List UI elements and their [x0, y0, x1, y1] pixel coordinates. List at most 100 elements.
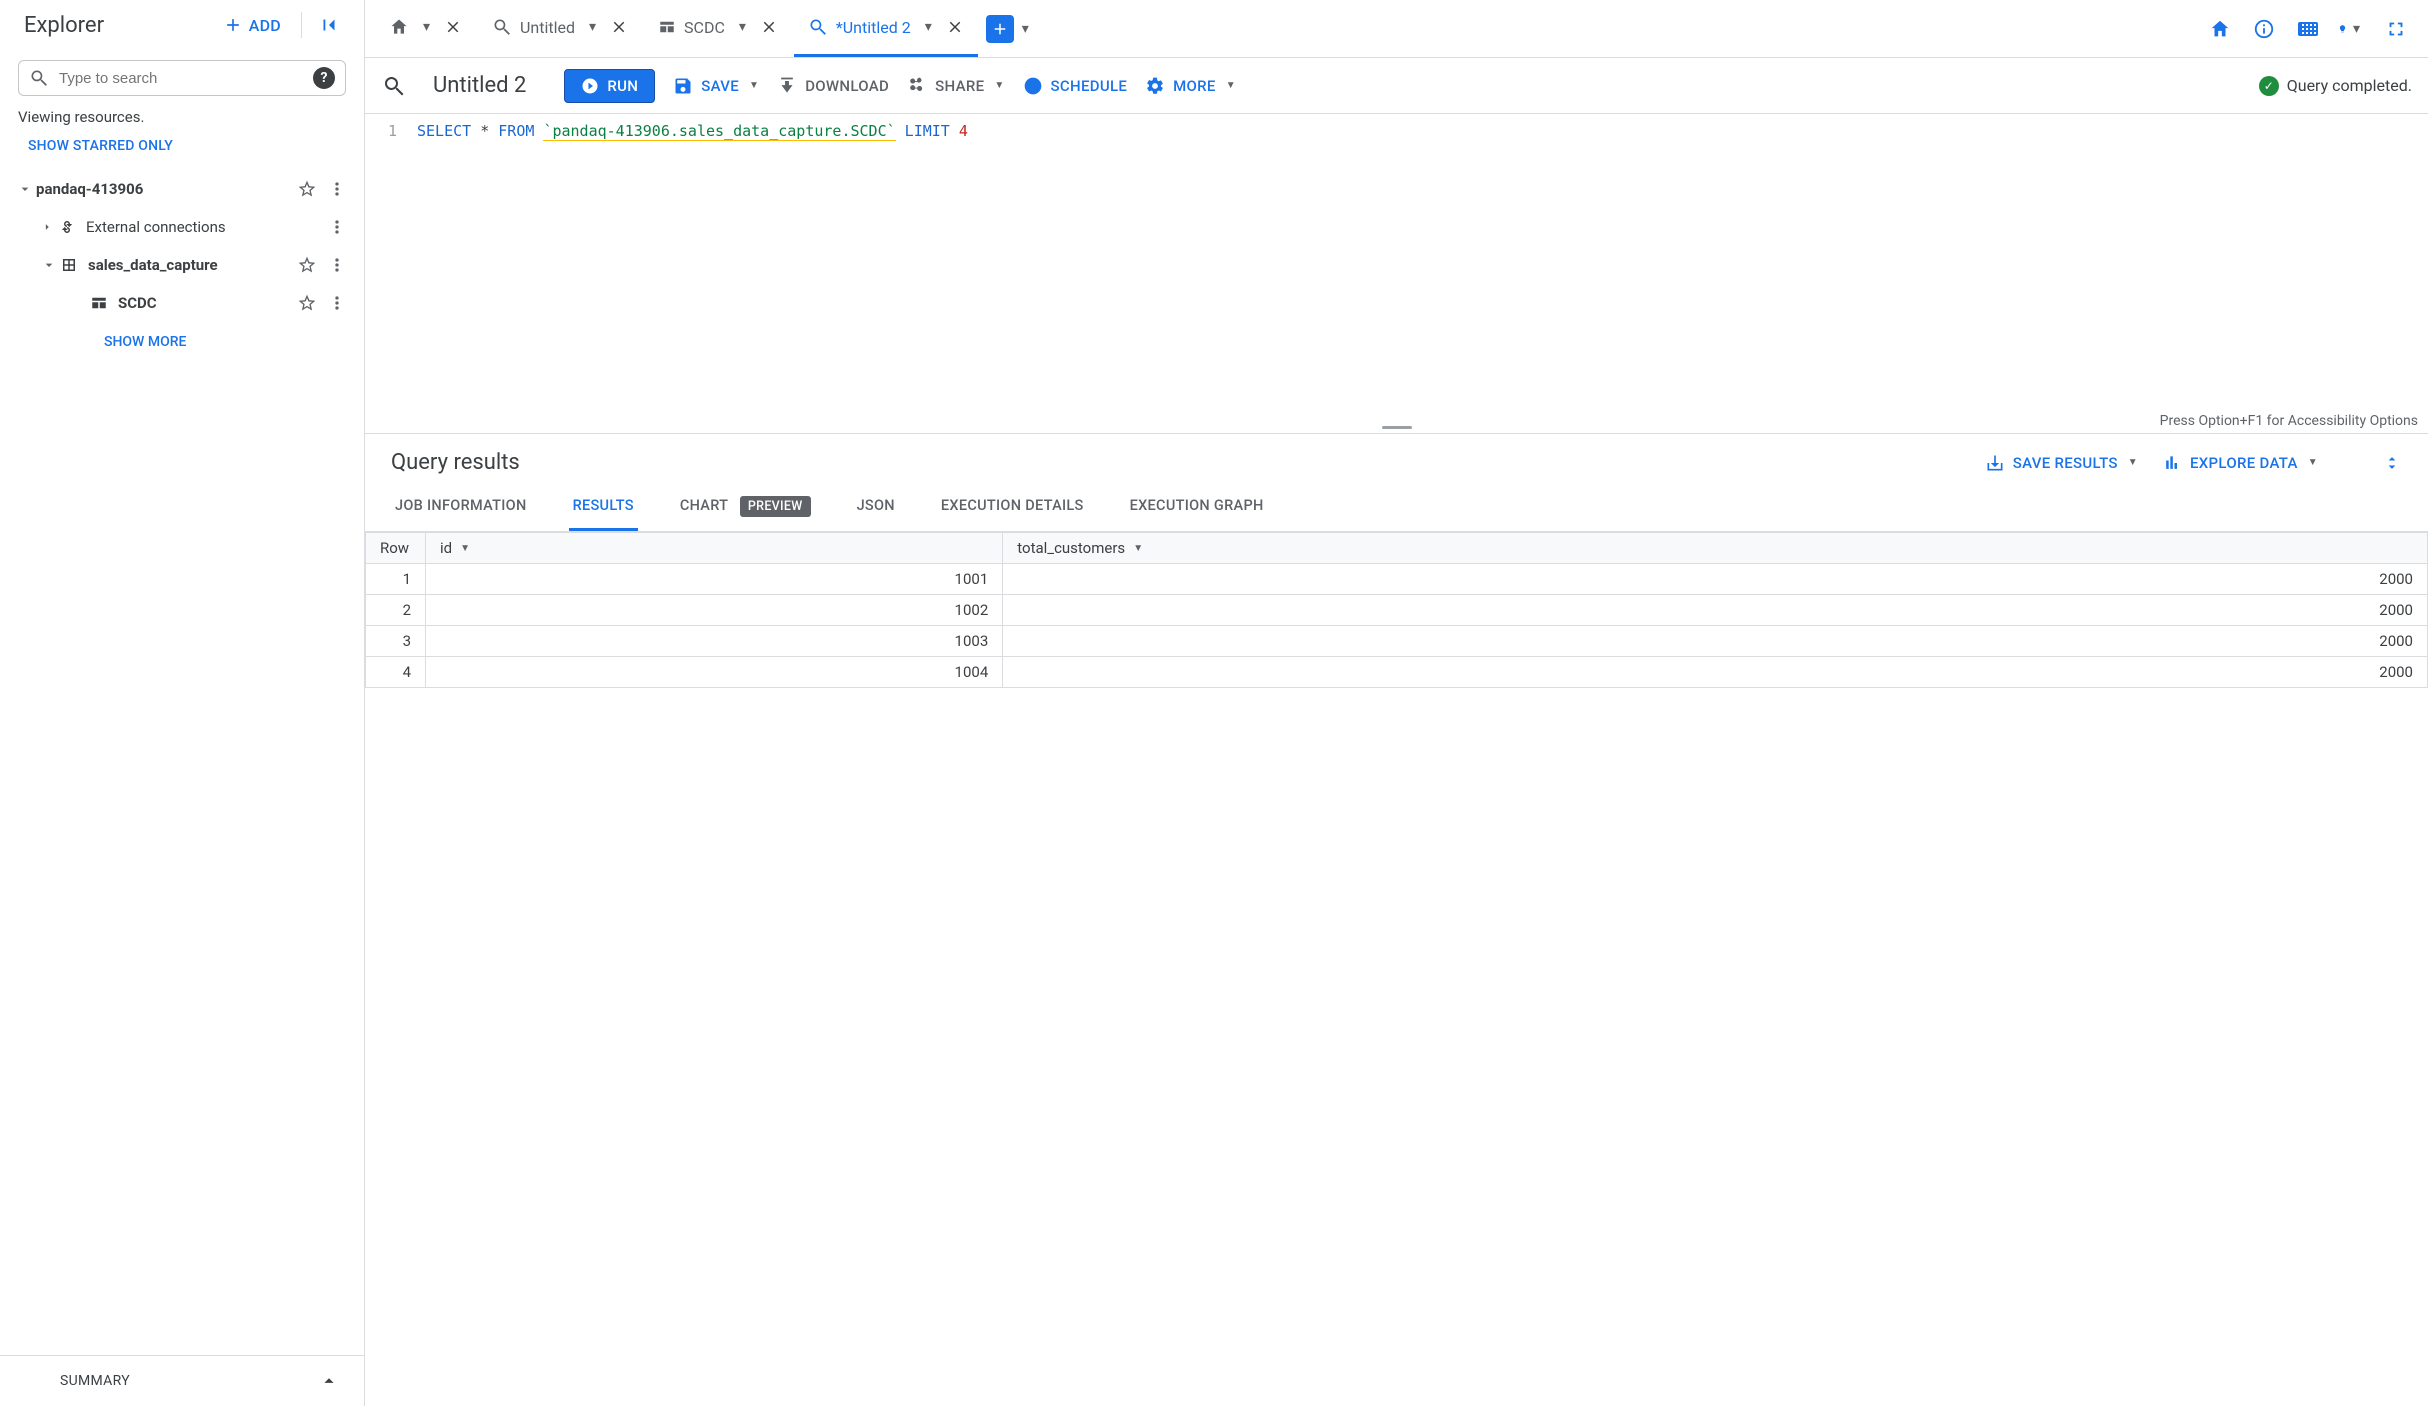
download-icon [777, 76, 797, 96]
chevron-down-icon[interactable]: ▾ [583, 19, 602, 35]
share-label: SHARE [935, 77, 984, 95]
close-icon[interactable] [610, 18, 628, 36]
search-input[interactable] [59, 70, 303, 87]
a11y-hint: Press Option+F1 for Accessibility Option… [2160, 413, 2418, 429]
cell-id: 1004 [426, 657, 1003, 688]
tab-json[interactable]: JSON [853, 483, 899, 531]
close-icon[interactable] [444, 18, 462, 36]
sql-code-line[interactable]: SELECT * FROM `pandaq-413906.sales_data_… [365, 114, 2428, 140]
tree-project-row[interactable]: pandaq-413906 [0, 170, 364, 208]
tab-execution-graph[interactable]: EXECUTION GRAPH [1126, 483, 1268, 531]
info-button[interactable] [2250, 15, 2278, 43]
chevron-down-icon[interactable]: ▾ [733, 19, 752, 35]
chevron-down-icon[interactable]: ▼ [749, 80, 759, 91]
caret-down-icon[interactable] [14, 181, 36, 197]
check-circle-icon: ✓ [2259, 76, 2279, 96]
keyboard-icon [2296, 17, 2320, 41]
sort-icon: ▼ [460, 543, 470, 554]
more-vert-button[interactable] [324, 214, 350, 240]
chevron-down-icon: ▾ [2347, 21, 2366, 37]
summary-label: SUMMARY [60, 1373, 130, 1389]
explorer-title: Explorer [24, 13, 104, 38]
star-button[interactable] [294, 252, 320, 278]
show-starred-only-link[interactable]: SHOW STARRED ONLY [0, 130, 364, 162]
explore-data-button[interactable]: EXPLORE DATA ▼ [2162, 453, 2318, 473]
table-row[interactable]: 1 1001 2000 [366, 564, 2428, 595]
chevron-down-icon[interactable]: ▼ [994, 80, 1004, 91]
table-row[interactable]: 4 1004 2000 [366, 657, 2428, 688]
collapse-panel-button[interactable] [312, 8, 346, 42]
add-button[interactable]: ADD [213, 9, 291, 41]
schedule-button[interactable]: SCHEDULE [1023, 76, 1128, 96]
new-tab-button[interactable] [986, 15, 1014, 43]
show-more-link[interactable]: SHOW MORE [0, 322, 364, 362]
chevron-down-icon[interactable]: ▼ [1226, 80, 1236, 91]
tab-overflow-menu[interactable]: ▾ [1016, 21, 1035, 37]
star-outline-icon [297, 255, 317, 275]
collapse-results-button[interactable] [2382, 453, 2402, 473]
save-results-button[interactable]: SAVE RESULTS ▼ [1985, 453, 2138, 473]
star-button[interactable] [294, 176, 320, 202]
tab-results[interactable]: RESULTS [569, 483, 638, 531]
tree-table-row[interactable]: SCDC [0, 284, 364, 322]
query-details-button[interactable] [381, 73, 407, 99]
query-toolbar: Untitled 2 RUN SAVE ▼ DOWNLOAD SHARE ▼ [365, 58, 2428, 114]
chart-icon [2162, 453, 2182, 473]
caret-right-icon[interactable] [36, 220, 58, 234]
table-row[interactable]: 2 1002 2000 [366, 595, 2428, 626]
more-button[interactable]: MORE ▼ [1145, 76, 1236, 96]
share-icon [907, 76, 927, 96]
home-shortcut-button[interactable] [2206, 15, 2234, 43]
chevron-down-icon[interactable]: ▾ [919, 19, 938, 35]
tree-external-connections-row[interactable]: External connections [0, 208, 364, 246]
tab-chart[interactable]: CHART PREVIEW [676, 483, 815, 531]
more-vert-icon [327, 255, 347, 275]
home-icon [389, 17, 409, 37]
dataset-text: sales_data_capture [88, 256, 218, 274]
resize-handle[interactable] [1382, 423, 1412, 431]
fullscreen-button[interactable] [2382, 15, 2410, 43]
cell-id: 1003 [426, 626, 1003, 657]
tab-untitled[interactable]: Untitled ▾ [478, 0, 642, 57]
table-row[interactable]: 3 1003 2000 [366, 626, 2428, 657]
more-vert-button[interactable] [324, 176, 350, 202]
chevron-down-icon[interactable]: ▼ [2128, 457, 2138, 468]
tab-execution-details[interactable]: EXECUTION DETAILS [937, 483, 1088, 531]
save-button[interactable]: SAVE ▼ [673, 76, 759, 96]
chevron-down-icon[interactable]: ▾ [417, 19, 436, 35]
tab-job-information[interactable]: JOB INFORMATION [391, 483, 531, 531]
run-button[interactable]: RUN [564, 69, 655, 103]
summary-toggle[interactable]: SUMMARY [0, 1356, 364, 1406]
share-button[interactable]: SHARE ▼ [907, 76, 1004, 96]
tree-external-connections-label: External connections [58, 218, 324, 236]
explore-data-label: EXPLORE DATA [2190, 454, 2298, 472]
caret-down-icon[interactable] [38, 257, 60, 273]
sql-editor[interactable]: 1 SELECT * FROM `pandaq-413906.sales_dat… [365, 114, 2428, 434]
assist-button[interactable]: ▾ [2338, 15, 2366, 43]
sql-keyword-from: FROM [498, 122, 534, 140]
close-icon[interactable] [760, 18, 778, 36]
results-header: Query results SAVE RESULTS ▼ EXPLORE DAT… [365, 434, 2428, 479]
col-id-header[interactable]: id▼ [426, 533, 1003, 564]
tab-home[interactable]: ▾ [375, 0, 476, 57]
chevron-down-icon[interactable]: ▼ [2308, 457, 2318, 468]
more-vert-button[interactable] [324, 290, 350, 316]
tab-scdc[interactable]: SCDC ▾ [644, 0, 792, 57]
col-total-customers-header[interactable]: total_customers▼ [1003, 533, 2428, 564]
tree-dataset-row[interactable]: sales_data_capture [0, 246, 364, 284]
search-box[interactable]: ? [18, 60, 346, 96]
keyboard-button[interactable] [2294, 15, 2322, 43]
more-vert-button[interactable] [324, 252, 350, 278]
star-button[interactable] [294, 290, 320, 316]
viewing-resources-text: Viewing resources. [0, 104, 364, 130]
save-download-icon [1985, 453, 2005, 473]
tab-untitled-2[interactable]: *Untitled 2 ▾ [794, 0, 978, 57]
save-results-label: SAVE RESULTS [2013, 454, 2118, 472]
close-icon[interactable] [946, 18, 964, 36]
more-label: MORE [1173, 77, 1216, 95]
help-icon[interactable]: ? [313, 67, 335, 89]
download-button[interactable]: DOWNLOAD [777, 76, 889, 96]
results-title: Query results [391, 450, 520, 475]
col-row-header[interactable]: Row [366, 533, 426, 564]
unfold-icon [2382, 453, 2402, 473]
